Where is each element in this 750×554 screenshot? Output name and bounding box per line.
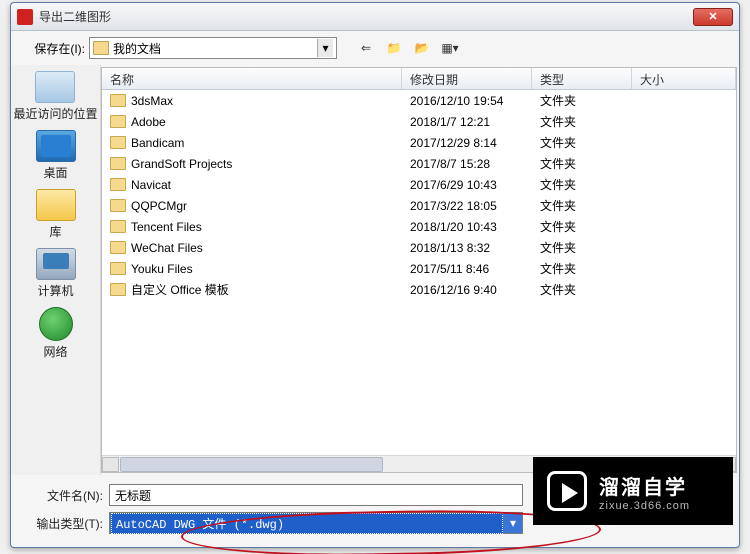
watermark-title: 溜溜自学 (599, 471, 690, 500)
computer-icon (36, 248, 76, 280)
folder-icon (110, 262, 126, 275)
row-name: Bandicam (131, 136, 184, 150)
folder-icon (110, 241, 126, 254)
folder-icon (110, 199, 126, 212)
filetype-combo[interactable]: AutoCAD DWG 文件 (*.dwg) ▾ (109, 512, 523, 534)
filename-input[interactable]: 无标题 (109, 484, 523, 506)
row-name: Tencent Files (131, 220, 202, 234)
row-type: 文件夹 (532, 218, 632, 235)
savein-label: 保存在(I): (23, 40, 89, 57)
row-date: 2016/12/10 19:54 (402, 94, 532, 108)
row-type: 文件夹 (532, 92, 632, 109)
table-row[interactable]: QQPCMgr 2017/3/22 18:05文件夹 (102, 195, 736, 216)
table-row[interactable]: 自定义 Office 模板 2016/12/16 9:40文件夹 (102, 279, 736, 300)
row-type: 文件夹 (532, 260, 632, 277)
places-sidebar: 最近访问的位置 桌面 库 计算机 网络 (11, 65, 101, 475)
col-date[interactable]: 修改日期 (402, 68, 532, 89)
row-type: 文件夹 (532, 155, 632, 172)
back-button[interactable]: ⇐ (357, 39, 375, 57)
close-button[interactable]: ✕ (693, 8, 733, 26)
row-date: 2017/6/29 10:43 (402, 178, 532, 192)
filetype-label: 输出类型(T): (23, 515, 109, 532)
file-list-area: 名称 修改日期 类型 大小 3dsMax2016/12/10 19:54文件夹A… (101, 67, 737, 473)
row-type: 文件夹 (532, 134, 632, 151)
row-date: 2017/3/22 18:05 (402, 199, 532, 213)
file-rows[interactable]: 3dsMax2016/12/10 19:54文件夹Adobe2018/1/7 1… (102, 90, 736, 455)
watermark: 溜溜自学 zixue.3d66.com (533, 457, 733, 525)
network-icon (39, 307, 73, 341)
row-type: 文件夹 (532, 239, 632, 256)
row-name: GrandSoft Projects (131, 157, 232, 171)
table-row[interactable]: Navicat 2017/6/29 10:43文件夹 (102, 174, 736, 195)
table-row[interactable]: GrandSoft Projects 2017/8/7 15:28文件夹 (102, 153, 736, 174)
sidebar-desktop[interactable]: 桌面 (36, 130, 76, 181)
row-name: Adobe (131, 115, 166, 129)
table-row[interactable]: Adobe 2018/1/7 12:21文件夹 (102, 111, 736, 132)
folder-icon (110, 178, 126, 191)
row-date: 2018/1/7 12:21 (402, 115, 532, 129)
row-type: 文件夹 (532, 281, 632, 298)
col-name[interactable]: 名称 (102, 68, 402, 89)
column-headers: 名称 修改日期 类型 大小 (102, 68, 736, 90)
watermark-sub: zixue.3d66.com (599, 500, 690, 512)
row-name: WeChat Files (131, 241, 203, 255)
filetype-dropdown-icon[interactable]: ▾ (504, 513, 522, 533)
col-type[interactable]: 类型 (532, 68, 632, 89)
filetype-value: AutoCAD DWG 文件 (*.dwg) (111, 513, 503, 534)
sidebar-libraries[interactable]: 库 (36, 189, 76, 240)
row-date: 2016/12/16 9:40 (402, 283, 532, 297)
dropdown-arrow-icon[interactable]: ▾ (317, 39, 333, 57)
table-row[interactable]: Bandicam 2017/12/29 8:14文件夹 (102, 132, 736, 153)
folder-icon (110, 136, 126, 149)
table-row[interactable]: Youku Files 2017/5/11 8:46文件夹 (102, 258, 736, 279)
sidebar-recent[interactable]: 最近访问的位置 (13, 71, 97, 122)
row-date: 2018/1/20 10:43 (402, 220, 532, 234)
toolbar: 保存在(I): 我的文档 ▾ ⇐ 📁 📂 ▦▾ (11, 31, 739, 65)
row-date: 2017/5/11 8:46 (402, 262, 532, 276)
sidebar-computer[interactable]: 计算机 (36, 248, 76, 299)
bottom-form: 文件名(N): 无标题 输出类型(T): AutoCAD DWG 文件 (*.d… (11, 475, 739, 547)
row-date: 2017/8/7 15:28 (402, 157, 532, 171)
savein-value: 我的文档 (113, 40, 317, 57)
filename-value: 无标题 (115, 487, 151, 504)
row-name: 3dsMax (131, 94, 173, 108)
sidebar-network[interactable]: 网络 (39, 307, 73, 360)
folder-icon (110, 115, 126, 128)
row-type: 文件夹 (532, 197, 632, 214)
folder-icon (93, 41, 109, 55)
view-menu-button[interactable]: ▦▾ (441, 39, 459, 57)
titlebar[interactable]: 导出二维图形 ✕ (11, 3, 739, 31)
up-folder-button[interactable]: 📁 (385, 39, 403, 57)
scroll-thumb[interactable] (120, 457, 383, 472)
folder-icon (110, 157, 126, 170)
row-name: Navicat (131, 178, 171, 192)
desktop-icon (36, 130, 76, 162)
row-type: 文件夹 (532, 113, 632, 130)
window-title: 导出二维图形 (39, 8, 693, 25)
export-2d-dialog: 导出二维图形 ✕ 保存在(I): 我的文档 ▾ ⇐ 📁 📂 ▦▾ 最近访问的位置 (10, 2, 740, 548)
table-row[interactable]: 3dsMax 2016/12/10 19:54文件夹 (102, 90, 736, 111)
row-name: 自定义 Office 模板 (131, 281, 229, 298)
row-type: 文件夹 (532, 176, 632, 193)
table-row[interactable]: WeChat Files 2018/1/13 8:32文件夹 (102, 237, 736, 258)
row-name: Youku Files (131, 262, 193, 276)
col-size[interactable]: 大小 (632, 68, 736, 89)
watermark-play-icon (547, 471, 587, 511)
row-date: 2017/12/29 8:14 (402, 136, 532, 150)
row-name: QQPCMgr (131, 199, 187, 213)
folder-icon (110, 94, 126, 107)
scroll-left-button[interactable] (102, 457, 119, 472)
new-folder-button[interactable]: 📂 (413, 39, 431, 57)
app-icon (17, 9, 33, 25)
folder-icon (110, 283, 126, 296)
filename-label: 文件名(N): (23, 487, 109, 504)
recent-icon (35, 71, 75, 103)
folder-icon (110, 220, 126, 233)
savein-combo[interactable]: 我的文档 ▾ (89, 37, 337, 59)
table-row[interactable]: Tencent Files 2018/1/20 10:43文件夹 (102, 216, 736, 237)
row-date: 2018/1/13 8:32 (402, 241, 532, 255)
libraries-icon (36, 189, 76, 221)
